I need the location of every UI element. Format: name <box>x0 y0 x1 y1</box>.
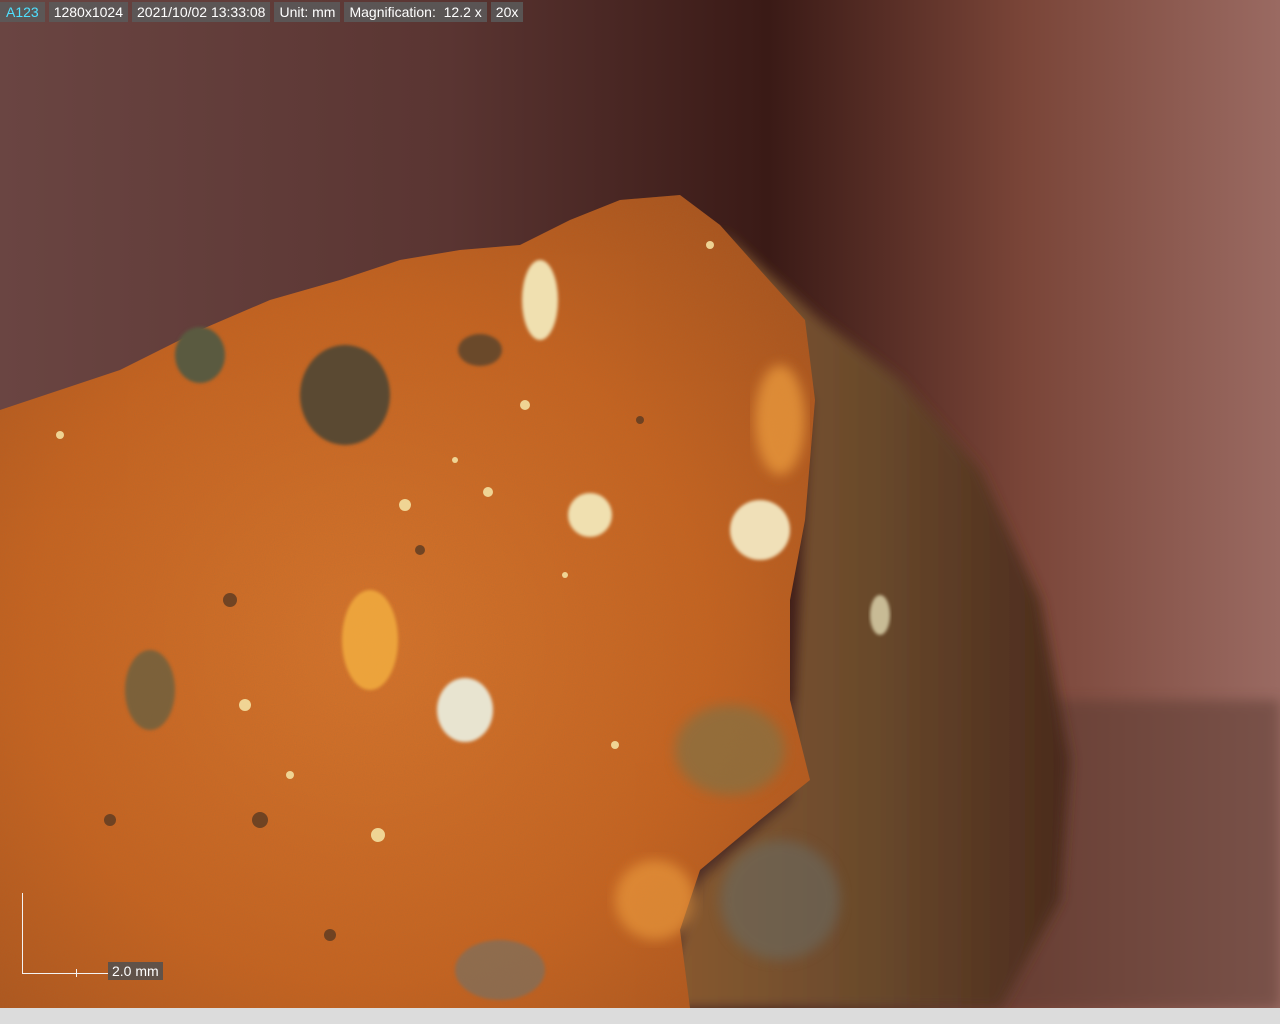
scale-bar-vertical-line <box>22 893 23 973</box>
unit-readout: Unit: mm <box>274 2 341 22</box>
magnification-label: Magnification: <box>349 4 436 20</box>
timestamp: 2021/10/02 13:33:08 <box>132 2 271 22</box>
scale-bar-horizontal-line <box>22 973 108 974</box>
specimen-image <box>0 0 1280 1008</box>
resolution-readout: 1280x1024 <box>48 2 128 22</box>
scale-bar: 2.0 mm <box>22 893 172 983</box>
scale-bar-label: 2.0 mm <box>108 962 163 980</box>
magnification-readout: Magnification: 12.2 x <box>344 2 487 22</box>
specimen-id: A123 <box>0 2 45 22</box>
microscope-viewport: A123 1280x1024 2021/10/02 13:33:08 Unit:… <box>0 0 1280 1008</box>
info-overlay: A123 1280x1024 2021/10/02 13:33:08 Unit:… <box>0 2 524 22</box>
scale-bar-tick <box>76 969 77 977</box>
status-strip <box>0 1008 1280 1024</box>
magnification-value: 12.2 x <box>443 4 482 20</box>
objective-readout: 20x <box>490 2 524 22</box>
